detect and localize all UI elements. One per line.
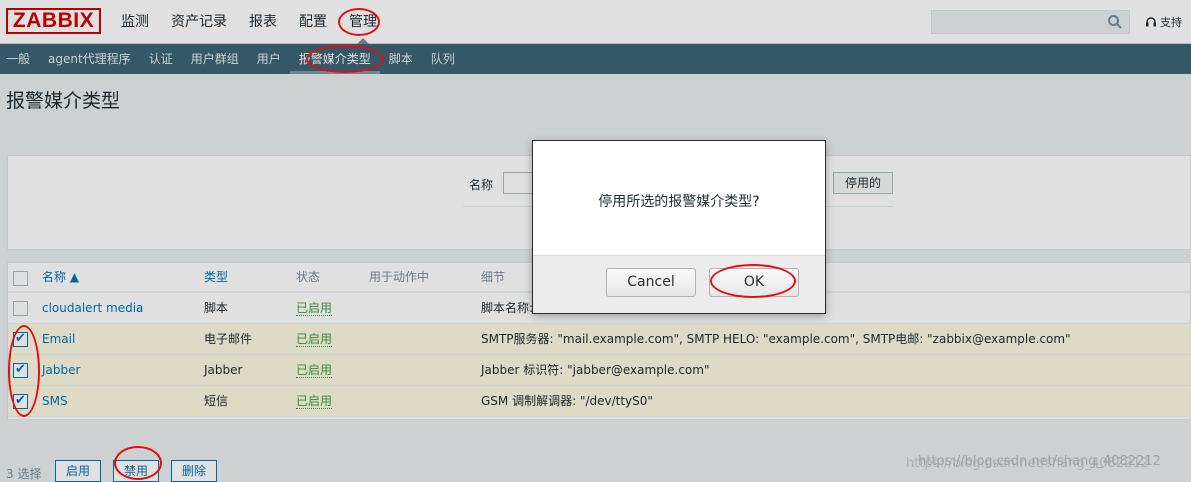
cancel-button[interactable]: Cancel: [606, 268, 696, 297]
ok-button[interactable]: OK: [709, 268, 799, 297]
dialog-footer: Cancel OK: [533, 255, 825, 313]
confirm-message: 停用所选的报警媒介类型?: [598, 194, 760, 210]
confirm-dialog: 停用所选的报警媒介类型? Cancel OK: [532, 140, 826, 314]
